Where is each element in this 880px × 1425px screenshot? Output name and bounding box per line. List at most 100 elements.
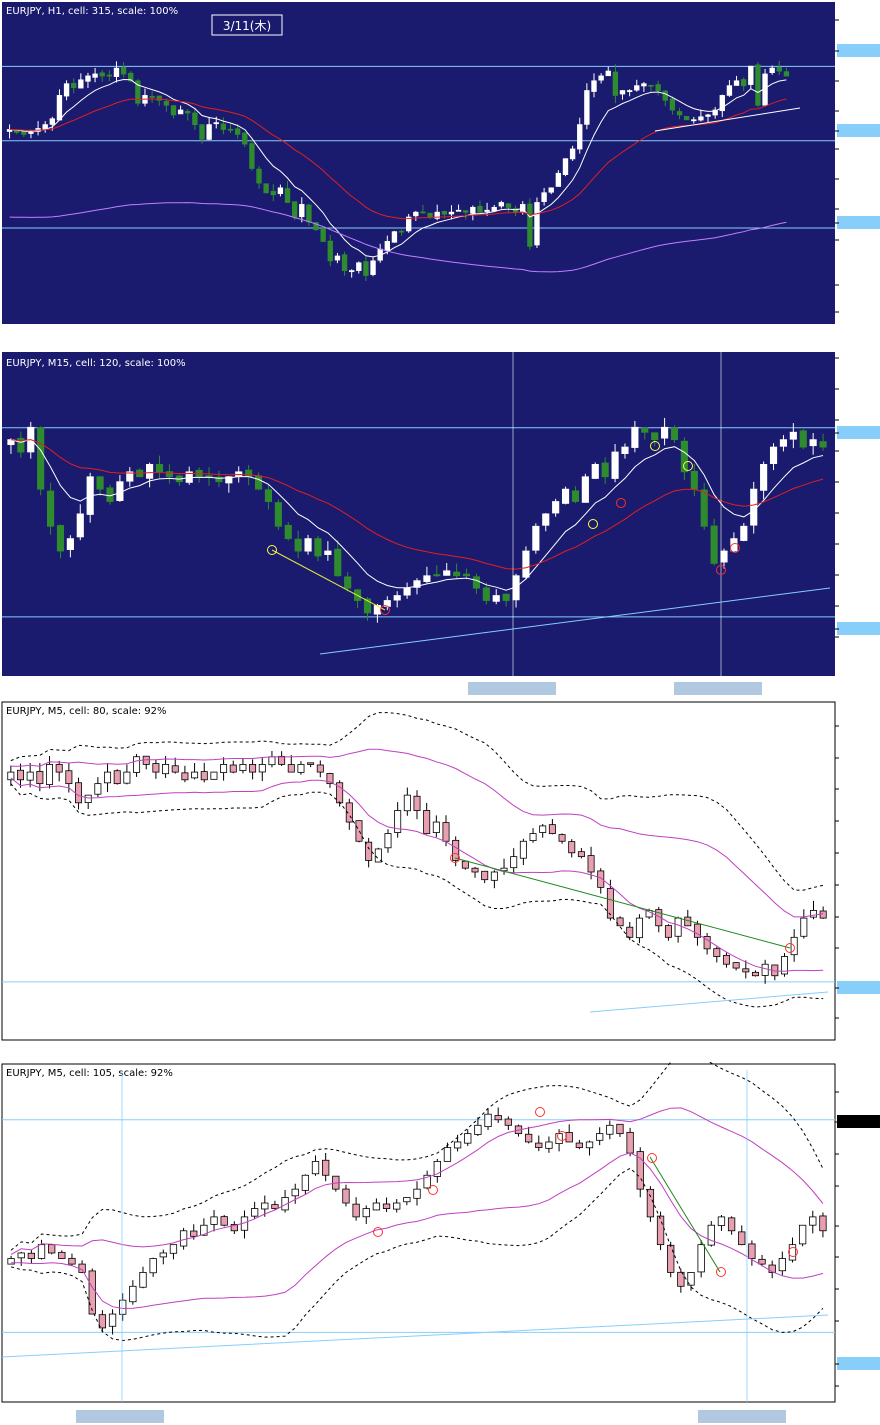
candle-body	[261, 1202, 269, 1210]
candle-body	[146, 464, 154, 479]
candle-body	[113, 770, 121, 785]
candle-body	[740, 525, 748, 541]
candle-body	[504, 1118, 512, 1126]
candle-body	[324, 550, 332, 555]
candle-body	[477, 205, 483, 213]
candle-body	[577, 124, 583, 150]
candle-body	[552, 501, 560, 514]
candle-body	[270, 190, 276, 196]
candle-body	[634, 85, 640, 91]
candle-body	[750, 488, 758, 526]
candle-body	[452, 839, 460, 861]
candle-body	[484, 1113, 492, 1128]
candle-body	[819, 441, 827, 448]
candle-body	[587, 855, 595, 873]
candle-body	[284, 524, 292, 540]
candle-body	[205, 475, 213, 478]
candle-body	[680, 440, 688, 473]
candle-body	[558, 834, 566, 842]
candle-body	[626, 1131, 634, 1154]
candle-body	[213, 122, 219, 125]
candle-body	[234, 128, 241, 135]
candle-body	[646, 1188, 655, 1218]
candle-body	[621, 446, 629, 454]
candle-body	[585, 1141, 594, 1149]
candle-body	[656, 1215, 665, 1246]
candle-body	[36, 770, 44, 785]
candle-body	[264, 489, 273, 502]
candle-body	[783, 71, 790, 77]
candle-body	[220, 764, 228, 773]
candle-body	[356, 262, 362, 271]
candle-body	[819, 1215, 827, 1232]
candle-body	[722, 954, 730, 965]
candle-body	[71, 83, 77, 89]
candle-body	[655, 84, 661, 91]
x-tick-highlight-1	[76, 1410, 164, 1423]
candle-body	[605, 70, 611, 77]
candle-body	[482, 587, 490, 601]
candle-body	[535, 1142, 543, 1148]
candle-body	[277, 187, 284, 195]
m15-chart-panel: EURJPY, M15, cell: 120, scale: 100%	[0, 348, 880, 700]
candle-body	[274, 502, 282, 527]
candle-body	[471, 867, 479, 873]
candle-body	[306, 204, 312, 223]
candle-body	[370, 260, 376, 275]
candle-body	[534, 202, 540, 246]
candle-body	[726, 85, 733, 96]
price-label-bg-8	[837, 216, 880, 229]
candle-body	[683, 116, 690, 121]
candle-body	[778, 1258, 786, 1272]
candle-body	[181, 772, 189, 781]
candle-body	[432, 821, 440, 833]
candle-body	[571, 490, 580, 502]
candle-body	[78, 79, 84, 89]
candle-body	[245, 469, 253, 478]
candle-body	[88, 1270, 96, 1315]
m5-morning-chart: EURJPY, M5, cell: 80, scale: 92%	[0, 700, 880, 1062]
candle-body	[287, 764, 295, 773]
price-label-bg-1	[837, 1115, 880, 1128]
candle-body	[789, 431, 797, 440]
candle-body	[56, 95, 63, 121]
candle-body	[490, 871, 498, 881]
candle-body	[278, 755, 286, 765]
m15-title: EURJPY, M15, cell: 120, scale: 100%	[6, 358, 186, 369]
candle-body	[453, 1141, 462, 1149]
candle-body	[192, 112, 198, 126]
candle-body	[481, 870, 489, 881]
candle-body	[461, 860, 469, 869]
candle-body	[472, 576, 480, 589]
candle-body	[413, 1188, 421, 1199]
candle-body	[664, 925, 672, 938]
candle-body	[75, 782, 83, 804]
candle-body	[769, 446, 778, 465]
candle-body	[677, 1271, 685, 1287]
candle-body	[641, 427, 649, 433]
x-tick-highlight-11	[698, 1410, 786, 1423]
candle-body	[611, 451, 619, 479]
candle-body	[220, 123, 227, 130]
candle-body	[159, 1252, 167, 1258]
candle-body	[751, 971, 759, 977]
candle-body	[541, 192, 547, 202]
candle-body	[498, 202, 505, 207]
candle-body	[250, 1208, 259, 1217]
m5-evening-chart: EURJPY, M5, cell: 105, scale: 92%	[0, 1062, 880, 1425]
candle-body	[631, 426, 639, 448]
candle-body	[733, 80, 740, 86]
candle-body	[314, 538, 322, 557]
candle-body	[291, 201, 298, 218]
candle-body	[542, 513, 550, 526]
candle-body	[320, 228, 326, 242]
candle-body	[545, 1141, 553, 1149]
candle-body	[492, 595, 500, 602]
candle-body	[799, 430, 807, 448]
candle-body	[341, 254, 348, 272]
candle-body	[284, 188, 291, 203]
candle-body	[740, 79, 747, 87]
m5-morning-chart-panel: EURJPY, M5, cell: 80, scale: 92%	[0, 700, 880, 1062]
candle-body	[788, 1244, 797, 1261]
candle-body	[393, 1202, 401, 1210]
